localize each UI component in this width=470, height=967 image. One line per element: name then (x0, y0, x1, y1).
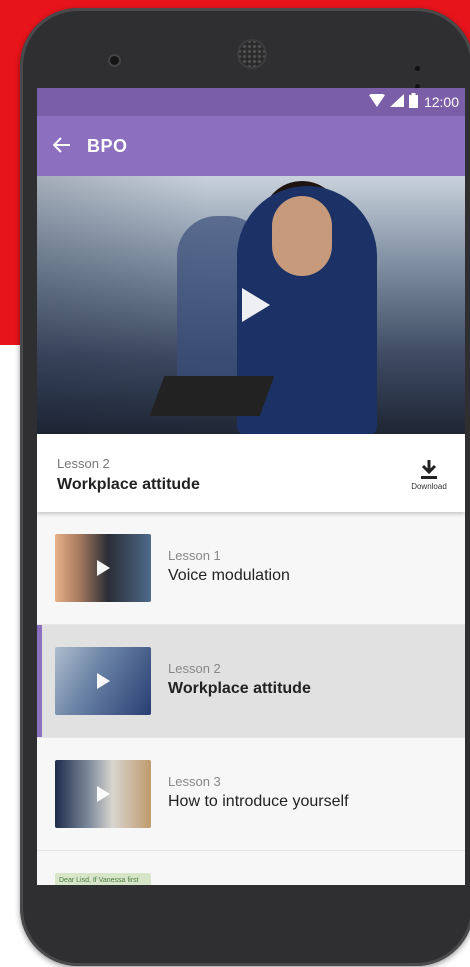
hero-video[interactable] (37, 176, 465, 434)
app-bar: BPO (37, 116, 465, 176)
lesson-thumbnail: Dear Lisd, If Vanessa first (55, 873, 151, 885)
play-icon (97, 786, 110, 802)
current-lesson-number: Lesson 2 (57, 456, 110, 471)
lesson-number: Lesson 3 (168, 774, 221, 789)
lesson-title: Voice modulation (168, 567, 290, 584)
download-label: Download (411, 482, 447, 491)
current-lesson-header: Lesson 2 Workplace attitude Download (37, 434, 465, 512)
lesson-item-3[interactable]: Lesson 3 How to introduce yourself (37, 738, 465, 851)
lesson-title: How to introduce yourself (168, 793, 349, 810)
current-lesson-title: Workplace attitude (57, 476, 200, 493)
lesson-item-4[interactable]: Dear Lisd, If Vanessa first (37, 851, 465, 885)
lesson-number: Lesson 2 (168, 661, 221, 676)
page-title: BPO (87, 135, 128, 156)
play-icon[interactable] (242, 288, 270, 322)
signal-icon (389, 94, 404, 110)
sensors (415, 58, 429, 89)
thumbnail-text: Dear Lisd, If Vanessa first (59, 877, 139, 884)
lesson-list: Lesson 1 Voice modulation Lesson 2 Workp… (37, 512, 465, 885)
lesson-thumbnail (55, 647, 151, 715)
front-camera (110, 56, 119, 65)
battery-icon (408, 93, 418, 111)
status-bar: 12:00 (37, 88, 465, 116)
download-icon (421, 460, 437, 479)
play-icon (97, 560, 110, 576)
download-button[interactable]: Download (407, 460, 451, 491)
hero-keyboard (149, 376, 275, 416)
play-icon (97, 673, 110, 689)
lesson-number: Lesson 1 (168, 548, 221, 563)
hero-figure-face (272, 196, 332, 276)
wifi-icon (368, 93, 385, 110)
arrow-left-icon[interactable] (52, 133, 81, 159)
lesson-title: Workplace attitude (168, 680, 311, 697)
lesson-item-1[interactable]: Lesson 1 Voice modulation (37, 512, 465, 625)
earpiece-speaker (237, 39, 267, 69)
lesson-thumbnail (55, 760, 151, 828)
app-screen: 12:00 BPO Lesson 2 Workplace attitude Do… (37, 88, 465, 885)
status-time: 12:00 (423, 94, 459, 110)
lesson-item-2[interactable]: Lesson 2 Workplace attitude (37, 625, 465, 738)
lesson-thumbnail (55, 534, 151, 602)
